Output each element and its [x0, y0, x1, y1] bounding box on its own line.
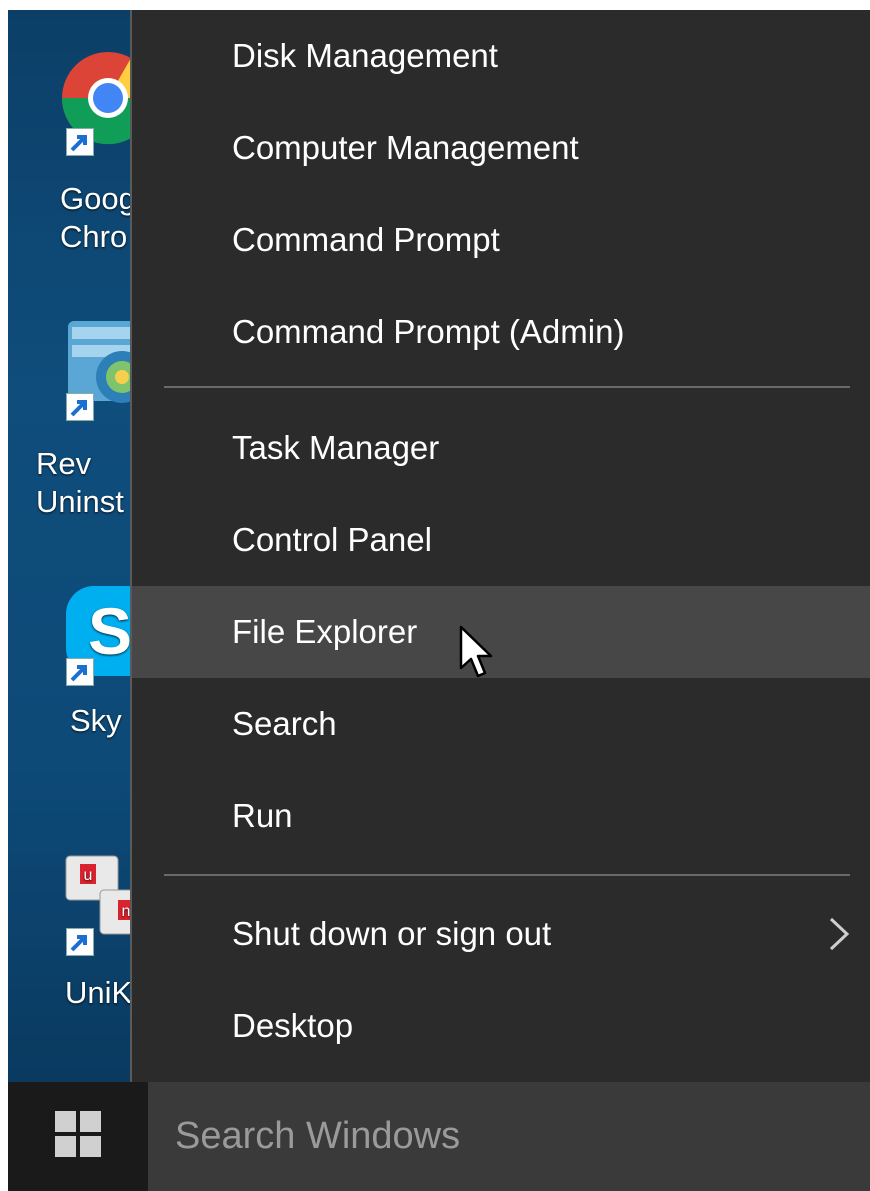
winx-context-menu: Disk Management Computer Management Comm… — [130, 10, 870, 1095]
start-button[interactable] — [8, 1082, 148, 1191]
menu-item-file-explorer[interactable]: File Explorer — [132, 586, 870, 678]
menu-item-computer-management[interactable]: Computer Management — [132, 102, 870, 194]
svg-text:u: u — [84, 867, 93, 884]
menu-item-command-prompt-admin[interactable]: Command Prompt (Admin) — [132, 286, 870, 378]
desktop-icon-chrome[interactable]: Goog Chro — [8, 50, 155, 254]
menu-separator — [164, 874, 850, 876]
menu-item-label: File Explorer — [232, 613, 418, 650]
shortcut-arrow-icon — [66, 928, 94, 956]
search-input[interactable] — [173, 1114, 777, 1159]
menu-item-label: Computer Management — [232, 129, 579, 166]
desktop-icon-label: UniK — [65, 975, 133, 1010]
shortcut-arrow-icon — [66, 128, 94, 156]
desktop-icon-revo[interactable]: Rev Uninst — [8, 315, 148, 519]
menu-item-label: Run — [232, 797, 293, 834]
chevron-right-icon — [828, 916, 850, 960]
menu-separator — [164, 386, 850, 388]
mouse-pointer-icon — [458, 624, 498, 689]
desktop-icon-unikey[interactable]: u n UniK — [8, 850, 153, 1010]
menu-item-desktop[interactable]: Desktop — [132, 980, 870, 1072]
menu-item-task-manager[interactable]: Task Manager — [132, 402, 870, 494]
menu-item-label: Control Panel — [232, 521, 432, 558]
menu-item-shut-down-or-sign-out[interactable]: Shut down or sign out — [132, 888, 870, 980]
svg-text:S: S — [88, 594, 132, 668]
menu-item-label: Command Prompt (Admin) — [232, 313, 625, 350]
shortcut-arrow-icon — [66, 658, 94, 686]
menu-item-disk-management[interactable]: Disk Management — [132, 10, 870, 102]
desktop-icon-label: Sky — [70, 703, 122, 738]
menu-item-label: Command Prompt — [232, 221, 500, 258]
menu-item-label: Shut down or sign out — [232, 915, 552, 952]
menu-item-label: Search — [232, 705, 337, 742]
screen: Goog Chro Rev Uninst S Sky u n UniK Disk… — [0, 0, 870, 1191]
shortcut-arrow-icon — [66, 393, 94, 421]
menu-item-label: Disk Management — [232, 37, 498, 74]
windows-logo-icon — [55, 1111, 101, 1162]
desktop-icon-skype[interactable]: S Sky — [8, 580, 156, 738]
desktop-icon-label: Rev Uninst — [36, 446, 124, 519]
menu-item-label: Desktop — [232, 1007, 354, 1044]
menu-item-search[interactable]: Search — [132, 678, 870, 770]
desktop-icon-label: Goog Chro — [60, 181, 136, 254]
search-box[interactable] — [148, 1082, 870, 1191]
menu-item-control-panel[interactable]: Control Panel — [132, 494, 870, 586]
menu-item-run[interactable]: Run — [132, 770, 870, 862]
taskbar — [8, 1082, 870, 1191]
menu-item-label: Task Manager — [232, 429, 440, 466]
menu-item-command-prompt[interactable]: Command Prompt — [132, 194, 870, 286]
